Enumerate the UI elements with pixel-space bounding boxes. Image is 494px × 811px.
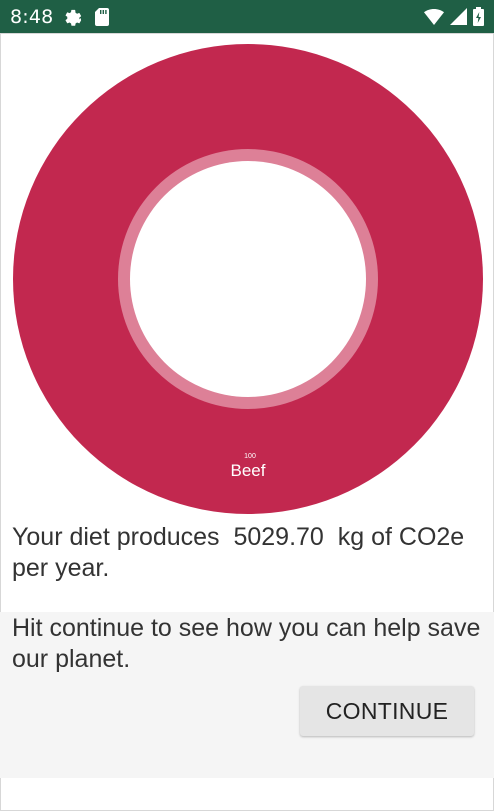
battery-icon <box>473 7 484 26</box>
status-left: 8:48 <box>10 5 110 28</box>
donut-chart: 100 Beef <box>13 44 483 514</box>
donut-hole <box>130 161 366 397</box>
slice-label: Beef <box>231 461 266 480</box>
status-time: 8:48 <box>10 5 54 28</box>
status-bar: 8:48 <box>0 0 494 33</box>
wifi-icon <box>424 8 444 25</box>
cta-text: Hit continue to see how you can help sav… <box>12 614 481 673</box>
gear-icon <box>65 8 83 26</box>
signal-icon <box>450 8 467 25</box>
co2-value: 5029.70 <box>233 523 324 551</box>
summary-prefix: Your diet produces <box>12 523 220 551</box>
sd-card-icon <box>95 7 110 26</box>
continue-button[interactable]: CONTINUE <box>300 686 474 736</box>
slice-value-label: 100 <box>244 453 256 460</box>
diet-summary: Your diet produces 5029.70 kg of CO2e pe… <box>12 522 482 584</box>
status-right <box>424 7 484 26</box>
